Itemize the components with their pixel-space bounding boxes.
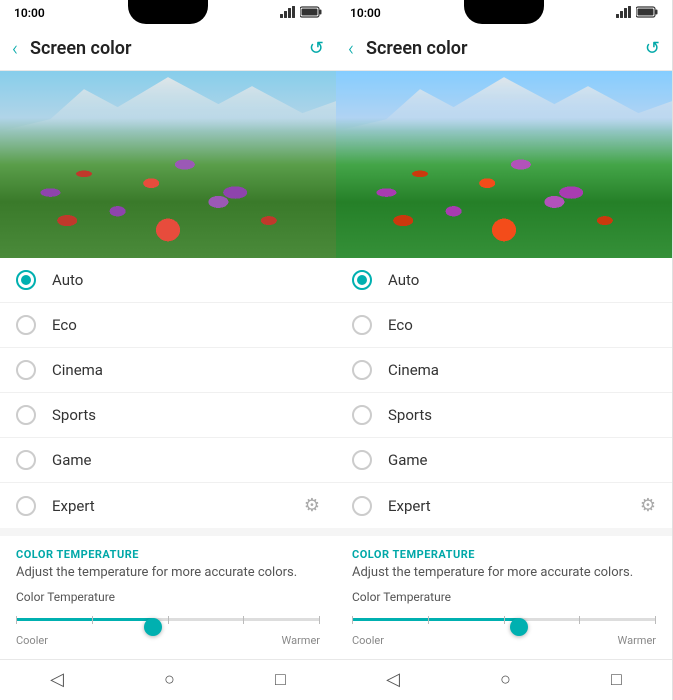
slider-thumb-right[interactable] [510,618,528,636]
option-label-game-left: Game [52,451,320,469]
option-eco-right[interactable]: Eco [336,303,672,348]
option-label-auto-right: Auto [388,271,656,289]
options-list-right: Auto Eco Cinema Sports Game Expert ⚙ [336,258,672,528]
option-label-expert-right: Expert [388,497,624,515]
radio-cinema-left [16,360,36,380]
cooler-label-right: Cooler [352,634,384,647]
radio-auto-left [16,270,36,290]
mountain-snow-right [336,71,672,131]
toolbar-right: ‹ Screen color ↺ [336,26,672,71]
nav-home-right[interactable]: ○ [500,669,511,690]
radio-cinema-right [352,360,372,380]
option-label-sports-right: Sports [388,406,656,424]
color-temp-title-left: COLOR TEMPERATURE [16,548,320,561]
slider-container-left[interactable] [16,610,320,630]
preview-image-right [336,71,672,258]
slider-fill-right [352,618,519,621]
option-label-auto-left: Auto [52,271,320,289]
option-game-left[interactable]: Game [0,438,336,483]
option-auto-right[interactable]: Auto [336,258,672,303]
nav-back-right[interactable]: ◁ [386,669,400,690]
slider-fill-left [16,618,153,621]
option-cinema-right[interactable]: Cinema [336,348,672,393]
toolbar-left: ‹ Screen color ↺ [0,26,336,71]
radio-expert-left [16,496,36,516]
radio-expert-right [352,496,372,516]
toolbar-title-left: Screen color [30,38,297,59]
color-temp-title-right: COLOR TEMPERATURE [352,548,656,561]
option-label-eco-right: Eco [388,316,656,334]
notch-right [464,0,544,24]
radio-eco-right [352,315,372,335]
slider-label-right: Color Temperature [352,590,656,604]
option-expert-left[interactable]: Expert ⚙ [0,483,336,528]
nav-recent-right[interactable]: □ [611,669,622,690]
slider-labels-left: Cooler Warmer [16,634,320,647]
option-label-cinema-left: Cinema [52,361,320,379]
toolbar-title-right: Screen color [366,38,633,59]
radio-sports-right [352,405,372,425]
status-icons-left [280,6,322,21]
radio-game-right [352,450,372,470]
refresh-button-left[interactable]: ↺ [309,38,324,59]
radio-game-left [16,450,36,470]
slider-container-right[interactable] [352,610,656,630]
gear-icon-right[interactable]: ⚙ [640,495,656,516]
option-label-sports-left: Sports [52,406,320,424]
status-icons-right [616,6,658,21]
option-expert-right[interactable]: Expert ⚙ [336,483,672,528]
battery-icon-right [636,6,658,21]
battery-icon-left [300,6,322,21]
section-divider-right [336,528,672,535]
signal-icon-left [280,6,296,21]
warmer-label-left: Warmer [282,634,321,647]
option-game-right[interactable]: Game [336,438,672,483]
preview-image-left [0,71,336,258]
option-eco-left[interactable]: Eco [0,303,336,348]
notch-left [128,0,208,24]
gear-icon-left[interactable]: ⚙ [304,495,320,516]
slider-track-right [352,618,656,621]
color-temp-desc-right: Adjust the temperature for more accurate… [352,565,656,580]
nav-recent-left[interactable]: □ [275,669,286,690]
phone-right: 10:00 ‹ Screen color ↺ [336,0,672,700]
radio-inner-auto-right [357,275,367,285]
nav-bar-left: ◁ ○ □ [0,659,336,700]
option-sports-left[interactable]: Sports [0,393,336,438]
slider-track-left [16,618,320,621]
color-temp-section-right: COLOR TEMPERATURE Adjust the temperature… [336,536,672,659]
color-temp-desc-left: Adjust the temperature for more accurate… [16,565,320,580]
option-cinema-left[interactable]: Cinema [0,348,336,393]
status-time-right: 10:00 [350,6,381,20]
slider-thumb-left[interactable] [144,618,162,636]
section-divider-left [0,528,336,535]
phone-left: 10:00 ‹ Screen color ↺ [0,0,336,700]
signal-icon-right [616,6,632,21]
radio-inner-auto-left [21,275,31,285]
option-label-eco-left: Eco [52,316,320,334]
radio-auto-right [352,270,372,290]
option-label-game-right: Game [388,451,656,469]
nav-home-left[interactable]: ○ [164,669,175,690]
options-list-left: Auto Eco Cinema Sports Game Expert ⚙ [0,258,336,528]
radio-eco-left [16,315,36,335]
refresh-button-right[interactable]: ↺ [645,38,660,59]
radio-sports-left [16,405,36,425]
cooler-label-left: Cooler [16,634,48,647]
option-sports-right[interactable]: Sports [336,393,672,438]
back-button-left[interactable]: ‹ [12,36,18,60]
option-label-expert-left: Expert [52,497,288,515]
status-time-left: 10:00 [14,6,45,20]
warmer-label-right: Warmer [618,634,657,647]
back-button-right[interactable]: ‹ [348,36,354,60]
slider-label-left: Color Temperature [16,590,320,604]
option-auto-left[interactable]: Auto [0,258,336,303]
option-label-cinema-right: Cinema [388,361,656,379]
slider-labels-right: Cooler Warmer [352,634,656,647]
mountain-snow-left [0,71,336,131]
nav-back-left[interactable]: ◁ [50,669,64,690]
nav-bar-right: ◁ ○ □ [336,659,672,700]
color-temp-section-left: COLOR TEMPERATURE Adjust the temperature… [0,536,336,659]
